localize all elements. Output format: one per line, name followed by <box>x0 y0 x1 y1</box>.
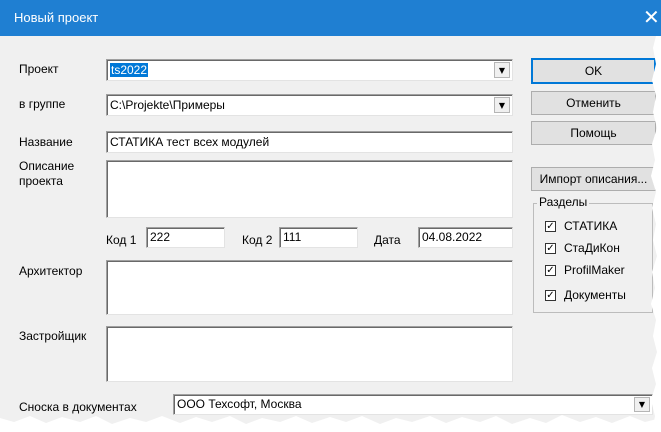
name-label: Название <box>19 135 73 149</box>
dropdown-arrow-icon[interactable]: ▼ <box>494 62 510 78</box>
date-value: 04.08.2022 <box>422 230 483 244</box>
group-value: C:\Projekte\Примеры <box>110 98 225 112</box>
name-value: СТАТИКА тест всех модулей <box>110 135 270 149</box>
project-combobox[interactable]: ts2022 ▼ <box>106 59 513 81</box>
description-label-line1: Описание <box>19 159 75 173</box>
section-statika-checkbox[interactable]: ✓ СТАТИКА <box>545 219 617 233</box>
group-combobox[interactable]: C:\Projekte\Примеры ▼ <box>106 94 513 116</box>
code2-input[interactable]: 111 <box>279 227 358 248</box>
architect-label: Архитектор <box>19 264 83 278</box>
checkmark-icon[interactable]: ✓ <box>545 264 556 276</box>
name-input[interactable]: СТАТИКА тест всех модулей <box>106 131 513 153</box>
project-label: Проект <box>19 62 59 76</box>
dropdown-arrow-icon[interactable]: ▼ <box>494 97 510 113</box>
date-label: Дата <box>374 233 401 247</box>
torn-edge-bottom <box>0 415 661 432</box>
developer-label: Застройщик <box>19 329 87 343</box>
sections-title: Разделы <box>537 195 590 209</box>
checkmark-icon[interactable]: ✓ <box>545 242 556 254</box>
architect-textarea[interactable] <box>106 260 513 315</box>
code1-value: 222 <box>150 230 171 244</box>
window-title: Новый проект <box>14 10 99 25</box>
help-button[interactable]: Помощь <box>531 121 656 145</box>
group-label: в группе <box>19 97 66 111</box>
code2-label: Код 2 <box>242 233 273 247</box>
date-input[interactable]: 04.08.2022 <box>418 227 513 248</box>
code1-label: Код 1 <box>106 233 137 247</box>
developer-textarea[interactable] <box>106 326 513 382</box>
section-stadikon-checkbox[interactable]: ✓ СтаДиКон <box>545 241 620 255</box>
description-textarea[interactable] <box>106 160 513 218</box>
title-bar[interactable]: Новый проект ✕ <box>0 0 661 36</box>
checkmark-icon[interactable]: ✓ <box>545 220 556 232</box>
new-project-dialog: Новый проект ✕ Проект ts2022 ▼ в группе … <box>0 0 661 432</box>
description-label-line2: проекта <box>19 174 63 188</box>
project-value: ts2022 <box>110 63 149 77</box>
torn-edge-right <box>651 36 661 432</box>
checkmark-icon[interactable]: ✓ <box>545 289 556 301</box>
cancel-button[interactable]: Отменить <box>531 91 656 115</box>
code2-value: 111 <box>283 230 302 244</box>
section-documents-checkbox[interactable]: ✓ Документы <box>545 288 626 302</box>
import-description-button[interactable]: Импорт описания... <box>531 167 656 191</box>
section-profilmaker-checkbox[interactable]: ✓ ProfilMaker <box>545 263 625 277</box>
code1-input[interactable]: 222 <box>146 227 225 248</box>
footnote-value: ООО Техсофт, Москва <box>177 397 302 411</box>
ok-button[interactable]: OK <box>531 58 656 84</box>
close-icon[interactable]: ✕ <box>643 6 660 28</box>
